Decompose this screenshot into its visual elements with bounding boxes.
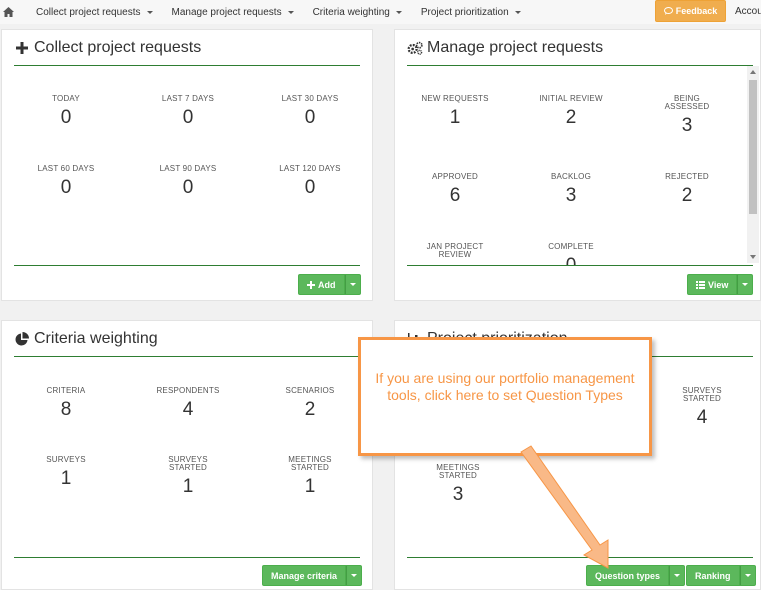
callout-arrow-icon xyxy=(520,445,609,569)
